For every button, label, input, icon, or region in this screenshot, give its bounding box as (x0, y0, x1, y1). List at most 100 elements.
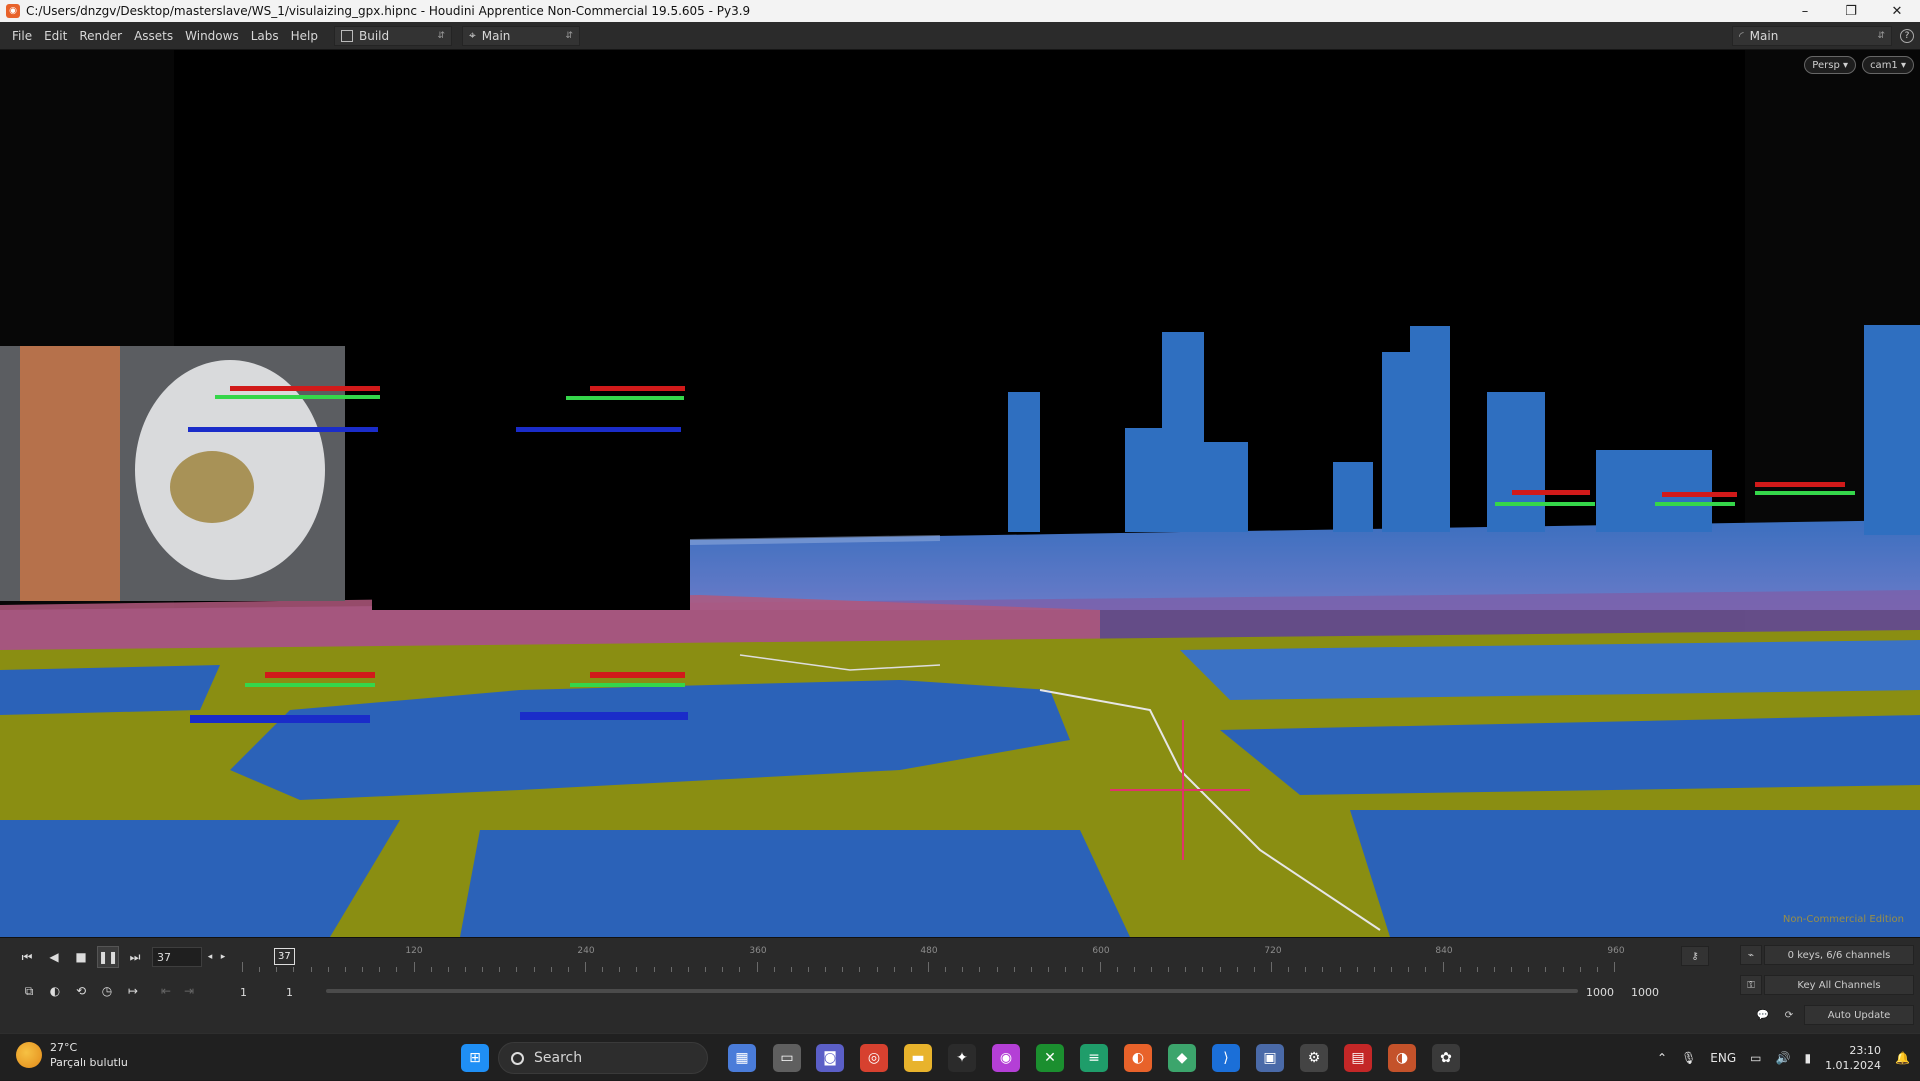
network-selector[interactable]: ⌖ Main ⇵ (462, 25, 580, 46)
frame-range-slider[interactable] (326, 989, 1578, 993)
menu-edit[interactable]: Edit (38, 29, 73, 43)
houdini-app-icon: ◉ (6, 4, 20, 18)
git-icon[interactable]: ◆ (1168, 1044, 1196, 1072)
ruler-tick (619, 967, 621, 972)
persp-menu[interactable]: Persp ▾ (1804, 56, 1856, 74)
minimize-button[interactable]: – (1782, 0, 1828, 22)
chat-icon[interactable]: 💬 (1752, 1005, 1774, 1025)
ruler-tick (825, 967, 827, 972)
key-all-channels-button[interactable]: Key All Channels (1764, 975, 1914, 995)
prev-key-icon[interactable]: ⇤ (155, 980, 177, 1002)
ruler-tick (876, 967, 878, 972)
ruler-tick (585, 962, 586, 972)
stop-button[interactable]: ■ (70, 946, 92, 968)
ruler-tick (379, 967, 381, 972)
keys-channels-status[interactable]: 0 keys, 6/6 channels (1764, 945, 1914, 965)
xbox-icon[interactable]: ✕ (1036, 1044, 1064, 1072)
desktop-selector[interactable]: Build ⇵ (334, 25, 452, 46)
help-icon[interactable]: ? (1900, 28, 1914, 43)
maximize-button[interactable]: ❐ (1828, 0, 1874, 22)
weather-widget[interactable]: 27°C Parçalı bulutlu (16, 1040, 128, 1070)
teams-icon[interactable]: ◙ (816, 1044, 844, 1072)
realtime-icon[interactable]: ◷ (96, 980, 118, 1002)
notification-bell-icon[interactable]: 🔔 (1895, 1051, 1910, 1065)
menu-assets[interactable]: Assets (128, 29, 179, 43)
app-icon[interactable]: ✿ (1432, 1044, 1460, 1072)
refresh-icon[interactable]: ⟳ (1778, 1005, 1800, 1025)
chevron-up-icon[interactable]: ⌃ (1657, 1051, 1667, 1065)
camera-menu[interactable]: cam1 ▾ (1862, 56, 1914, 74)
volume-icon[interactable]: 🔊 (1776, 1051, 1791, 1065)
fps-icon[interactable]: ↦ (122, 980, 144, 1002)
ruler-tick (1013, 967, 1015, 972)
scene-viewport[interactable]: Persp ▾ cam1 ▾ Non-Commercial Edition (0, 50, 1920, 937)
audio-icon[interactable]: ◐ (44, 980, 66, 1002)
notes-icon[interactable]: ≡ (1080, 1044, 1108, 1072)
ruler-tick (859, 967, 861, 972)
jump-to-end-button[interactable]: ⏭ (124, 946, 146, 968)
ruler-tick (1030, 967, 1032, 972)
ruler-tick (670, 967, 672, 972)
step-forward-button[interactable]: ▸ (216, 946, 230, 968)
current-frame-field[interactable]: 37 (152, 947, 202, 967)
pause-button[interactable]: ❚❚ (97, 946, 119, 968)
task-view-icon[interactable]: ▭ (773, 1044, 801, 1072)
photos-icon[interactable]: ▣ (1256, 1044, 1284, 1072)
rhino-icon[interactable]: ✦ (948, 1044, 976, 1072)
houdini-icon[interactable]: ◑ (1388, 1044, 1416, 1072)
menu-windows[interactable]: Windows (179, 29, 245, 43)
ruler-tick (722, 967, 724, 972)
auto-update-menu[interactable]: Auto Update (1804, 1005, 1914, 1025)
chrome-icon[interactable]: ◎ (860, 1044, 888, 1072)
menu-file[interactable]: File (6, 29, 38, 43)
desktop-layout-icon (341, 29, 353, 42)
ruler-tick (705, 967, 707, 972)
step-back-button[interactable]: ◂ (203, 946, 217, 968)
pdf-reader-icon[interactable]: ▤ (1344, 1044, 1372, 1072)
settings-icon[interactable]: ⚙ (1300, 1044, 1328, 1072)
ruler-tick (1305, 967, 1307, 972)
ruler-tick (1391, 967, 1393, 972)
instagram-icon[interactable]: ◉ (992, 1044, 1020, 1072)
loop-icon[interactable]: ⟲ (70, 980, 92, 1002)
next-key-icon[interactable]: ⇥ (178, 980, 200, 1002)
file-explorer-icon[interactable]: ▬ (904, 1044, 932, 1072)
current-frame-marker[interactable]: 37 (274, 948, 295, 965)
window-title: C:/Users/dnzgv/Desktop/masterslave/WS_1/… (26, 4, 751, 18)
range-end-field[interactable]: 1000 (1582, 982, 1626, 1002)
windows-start-icon[interactable]: ⊞ (461, 1044, 489, 1072)
channels-icon[interactable]: ⌁ (1740, 945, 1762, 965)
microphone-icon[interactable]: 🎙 (1681, 1051, 1696, 1065)
ruler-tick (1493, 967, 1495, 972)
clock[interactable]: 23:10 1.01.2024 (1825, 1043, 1881, 1073)
menu-help[interactable]: Help (285, 29, 324, 43)
ruler-tick (910, 967, 912, 972)
vscode-icon[interactable]: ⟩ (1212, 1044, 1240, 1072)
menu-render[interactable]: Render (73, 29, 128, 43)
main-menu-selector[interactable]: ◜ Main ⇵ (1732, 25, 1892, 46)
play-reverse-button[interactable]: ◀ (43, 946, 65, 968)
jump-to-start-button[interactable]: ⏮ (16, 946, 38, 968)
start-frame-field[interactable]: 1 (236, 982, 278, 1002)
ruler-label: 600 (1092, 946, 1110, 956)
network-selector-label: Main (481, 28, 511, 43)
range-start-field[interactable]: 1 (282, 982, 322, 1002)
taskbar-search[interactable]: Search (498, 1042, 708, 1074)
close-button[interactable]: ✕ (1874, 0, 1920, 22)
language-indicator[interactable]: ENG (1710, 1051, 1736, 1065)
battery-icon[interactable]: ▮ (1804, 1051, 1811, 1065)
zoom-key-icon[interactable]: ⚷ (1681, 946, 1709, 966)
network-icon[interactable]: ▭ (1750, 1051, 1761, 1065)
clock-date: 1.01.2024 (1825, 1058, 1882, 1072)
ruler-tick (344, 967, 346, 972)
main-menu-label: Main (1749, 28, 1779, 43)
menu-labs[interactable]: Labs (245, 29, 285, 43)
end-frame-field[interactable]: 1000 (1627, 982, 1671, 1002)
ruler-tick (1219, 967, 1221, 972)
houdini-launcher-icon[interactable]: ◐ (1124, 1044, 1152, 1072)
scope-icon[interactable]: ⧉ (18, 980, 40, 1002)
ruler-tick (790, 967, 792, 972)
key-icon[interactable]: ⚿ (1740, 975, 1762, 995)
timeline-ruler[interactable]: 37 120 240 360 480 600 720 840 960 (238, 946, 1658, 972)
widgets-icon[interactable]: ▦ (728, 1044, 756, 1072)
